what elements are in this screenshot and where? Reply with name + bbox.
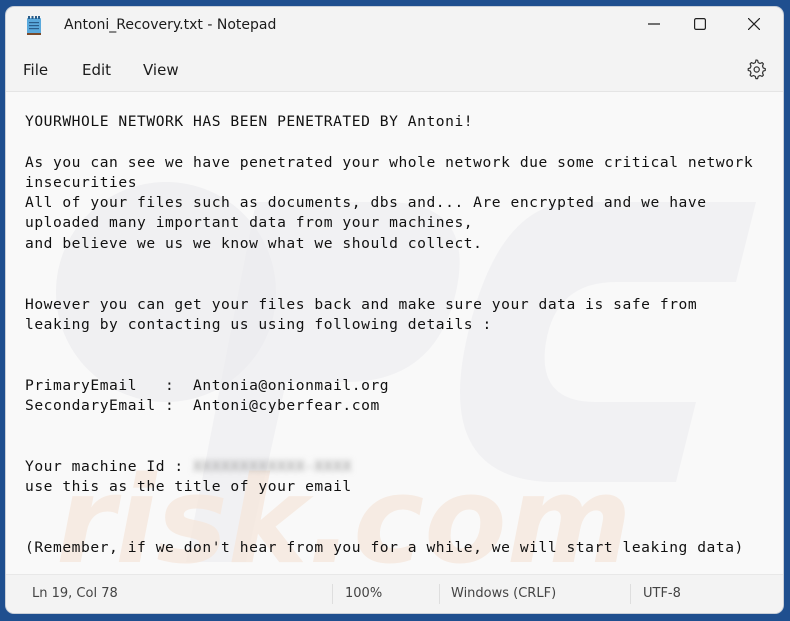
notepad-window: Antoni_Recovery.txt - Notepad File Edit … [6, 7, 783, 613]
text-line [25, 356, 775, 376]
menu-bar: File Edit View [6, 47, 783, 91]
text-line [25, 335, 775, 355]
status-divider [630, 584, 631, 604]
text-line: uploaded many important data from your m… [25, 214, 474, 232]
zoom-level[interactable]: 100% [345, 586, 382, 601]
close-icon [748, 18, 760, 30]
text-line: All of your files such as documents, dbs… [25, 194, 707, 212]
text-line: and believe we us we know what we should… [25, 234, 483, 252]
text-line: leaking by contacting us using following… [25, 315, 492, 333]
document-text: YOURWHOLE NETWORK HAS BEEN PENETRATED BY… [25, 112, 775, 559]
encoding[interactable]: UTF-8 [643, 586, 681, 601]
text-line: use this as the title of your email [25, 478, 352, 496]
menu-file[interactable]: File [23, 61, 48, 79]
machine-id-label: Your machine Id : [25, 458, 194, 476]
menu-edit[interactable]: Edit [82, 61, 111, 79]
text-line: insecurities [25, 173, 138, 191]
text-line: As you can see we have penetrated your w… [25, 153, 754, 171]
title-bar[interactable]: Antoni_Recovery.txt - Notepad [6, 7, 783, 45]
text-line [25, 274, 775, 294]
text-line [25, 416, 775, 436]
maximize-button[interactable] [677, 7, 723, 41]
machine-id-redacted: XXXXXXXXXXXX-XXXX [193, 458, 352, 476]
text-line: Your machine Id : XXXXXXXXXXXX-XXXX [25, 457, 775, 477]
line-ending[interactable]: Windows (CRLF) [451, 586, 556, 601]
text-line [25, 498, 775, 518]
text-line: However you can get your files back and … [25, 295, 698, 313]
text-line [25, 518, 775, 538]
notepad-app-icon [27, 16, 41, 35]
text-line [25, 254, 775, 274]
status-bar: Ln 19, Col 78 100% Windows (CRLF) UTF-8 [6, 574, 783, 613]
menu-view[interactable]: View [143, 61, 179, 79]
text-line [25, 132, 775, 152]
text-line: PrimaryEmail : Antonia@onionmail.org [25, 376, 390, 394]
text-line: SecondaryEmail : Antoni@cyberfear.com [25, 397, 380, 415]
text-line: (Remember, if we don't hear from you for… [25, 539, 744, 557]
maximize-icon [694, 18, 706, 30]
minimize-icon [648, 23, 660, 25]
close-button[interactable] [731, 7, 777, 41]
status-divider [332, 584, 333, 604]
text-editor[interactable]: risk.com YOURWHOLE NETWORK HAS BEEN PENE… [6, 91, 783, 576]
status-divider [439, 584, 440, 604]
gear-icon[interactable] [744, 57, 768, 81]
cursor-position: Ln 19, Col 78 [32, 586, 118, 601]
text-line [25, 437, 775, 457]
window-title: Antoni_Recovery.txt - Notepad [64, 17, 277, 33]
text-line: YOURWHOLE NETWORK HAS BEEN PENETRATED BY… [25, 113, 474, 130]
minimize-button[interactable] [631, 7, 677, 41]
